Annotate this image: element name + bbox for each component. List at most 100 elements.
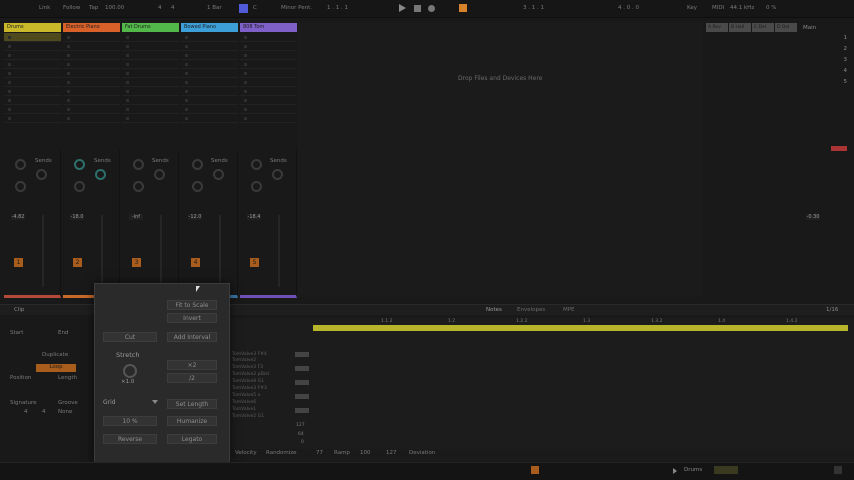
piano-key[interactable] — [295, 394, 309, 399]
clip-slot[interactable] — [63, 33, 120, 42]
clip-slot[interactable] — [122, 78, 179, 87]
scene-launch[interactable]: 4 — [803, 68, 849, 79]
tab-notes[interactable]: Notes — [486, 307, 502, 313]
send-c-knob[interactable] — [133, 181, 144, 192]
clip-slot[interactable] — [181, 78, 238, 87]
double-button[interactable]: ×2 — [167, 360, 217, 370]
return-header-d[interactable]: D Del — [775, 23, 797, 32]
clip-slot[interactable] — [63, 78, 120, 87]
midi-map-button[interactable]: MIDI — [712, 5, 724, 11]
send-a-knob[interactable] — [133, 159, 144, 170]
clip-slot[interactable] — [181, 51, 238, 60]
track-header-fat-drums[interactable]: Fat Drums — [122, 23, 179, 32]
clip-slot[interactable] — [63, 51, 120, 60]
status-record-icon[interactable] — [531, 466, 539, 474]
percent-field[interactable]: 10 % — [103, 416, 157, 426]
send-b-knob[interactable] — [272, 169, 283, 180]
clip-slot[interactable] — [240, 96, 297, 105]
clip-slot[interactable] — [181, 69, 238, 78]
track-volume[interactable]: -12.0 — [188, 214, 202, 220]
clip-slot[interactable] — [181, 114, 238, 123]
loop-length-position[interactable]: 4 . 0 . 0 — [618, 5, 639, 11]
scale-select[interactable]: Minor Pent. — [281, 5, 312, 11]
humanize-button[interactable]: Humanize — [167, 416, 217, 426]
send-b-knob[interactable] — [213, 169, 224, 180]
arrangement-position[interactable]: 1 . 1 . 1 — [327, 5, 348, 11]
duplicate-loop-button[interactable]: Duplicate — [42, 352, 68, 358]
stop-icon[interactable] — [414, 5, 421, 12]
clip-slot[interactable] — [63, 60, 120, 69]
track-header-drums[interactable]: Drums — [4, 23, 61, 32]
track-activator[interactable]: 3 — [132, 258, 141, 267]
clip-slot[interactable] — [4, 42, 61, 51]
clip-slot[interactable] — [4, 60, 61, 69]
scale-mode-icon[interactable] — [239, 4, 248, 13]
send-a-knob[interactable] — [251, 159, 262, 170]
scene-launch[interactable]: 5 — [803, 79, 849, 90]
clip-slot[interactable] — [181, 60, 238, 69]
clip-slot[interactable] — [4, 51, 61, 60]
tab-envelopes[interactable]: Envelopes — [517, 307, 545, 313]
sig-num-field[interactable]: 4 — [158, 5, 162, 11]
clip-slot[interactable] — [122, 105, 179, 114]
play-icon[interactable] — [673, 468, 677, 474]
clip-slot[interactable] — [240, 69, 297, 78]
stretch-knob[interactable] — [123, 364, 137, 378]
clip-slot[interactable] — [240, 87, 297, 96]
piano-key[interactable] — [295, 352, 309, 357]
clip-slot[interactable] — [240, 33, 297, 42]
send-b-knob[interactable] — [36, 169, 47, 180]
loop-brace[interactable] — [313, 325, 848, 331]
track-activator[interactable]: 2 — [73, 258, 82, 267]
clip-slot[interactable] — [4, 33, 61, 42]
clip-slot[interactable] — [4, 78, 61, 87]
clip-slots-fat-drums[interactable] — [122, 33, 179, 133]
tab-mpe[interactable]: MPE — [563, 307, 575, 313]
return-header-a[interactable]: A Rev — [706, 23, 728, 32]
ramp-value[interactable]: 100 — [360, 450, 371, 456]
session-record-icon[interactable] — [459, 4, 467, 12]
track-volume[interactable]: -18.0 — [70, 214, 84, 220]
reverse-button[interactable]: Reverse — [103, 434, 157, 444]
track-activator[interactable]: 5 — [250, 258, 259, 267]
drop-area[interactable]: Drop Files and Devices Here — [298, 22, 703, 297]
ramp-max[interactable]: 127 — [386, 450, 397, 456]
send-a-knob[interactable] — [74, 159, 85, 170]
clip-slot[interactable] — [240, 60, 297, 69]
clip-slot[interactable] — [4, 87, 61, 96]
clip-slot[interactable] — [63, 114, 120, 123]
clip-slot[interactable] — [4, 105, 61, 114]
note-functions-popup[interactable]: Fit to Scale Invert Cut Add Interval Str… — [94, 283, 230, 465]
track-volume[interactable]: -18.4 — [247, 214, 261, 220]
sig-den-field[interactable]: 4 — [171, 5, 175, 11]
piano-key[interactable] — [295, 366, 309, 371]
piano-key[interactable] — [295, 380, 309, 385]
add-interval-button[interactable]: Add Interval — [167, 332, 217, 342]
track-volume[interactable]: -4.82 — [11, 214, 25, 220]
clip-slot[interactable] — [122, 33, 179, 42]
clip-slot[interactable] — [63, 69, 120, 78]
main-volume[interactable]: -0.30 — [806, 214, 820, 220]
clip-slot[interactable] — [122, 87, 179, 96]
clip-slots-808-tom[interactable] — [240, 33, 297, 133]
send-b-knob[interactable] — [95, 169, 106, 180]
clip-slots-bowed-piano[interactable] — [181, 33, 238, 133]
clip-slot[interactable] — [240, 114, 297, 123]
set-length-button[interactable]: Set Length — [167, 399, 217, 409]
groove-select[interactable]: None — [58, 409, 72, 415]
clip-slot[interactable] — [4, 114, 61, 123]
clip-slot[interactable] — [63, 42, 120, 51]
cut-button[interactable]: Cut — [103, 332, 157, 342]
clip-slot[interactable] — [63, 105, 120, 114]
clip-slot[interactable] — [122, 60, 179, 69]
clip-slot[interactable] — [4, 69, 61, 78]
play-icon[interactable] — [399, 4, 406, 12]
send-c-knob[interactable] — [251, 181, 262, 192]
scene-launch[interactable]: 3 — [803, 57, 849, 68]
clip-slot[interactable] — [181, 87, 238, 96]
randomize-button[interactable]: Randomize — [266, 450, 297, 456]
signature-den[interactable]: 4 — [42, 409, 46, 415]
follow-button[interactable]: Follow — [63, 5, 80, 11]
clip-slot[interactable] — [4, 96, 61, 105]
loop-toggle[interactable]: Loop — [36, 364, 76, 372]
